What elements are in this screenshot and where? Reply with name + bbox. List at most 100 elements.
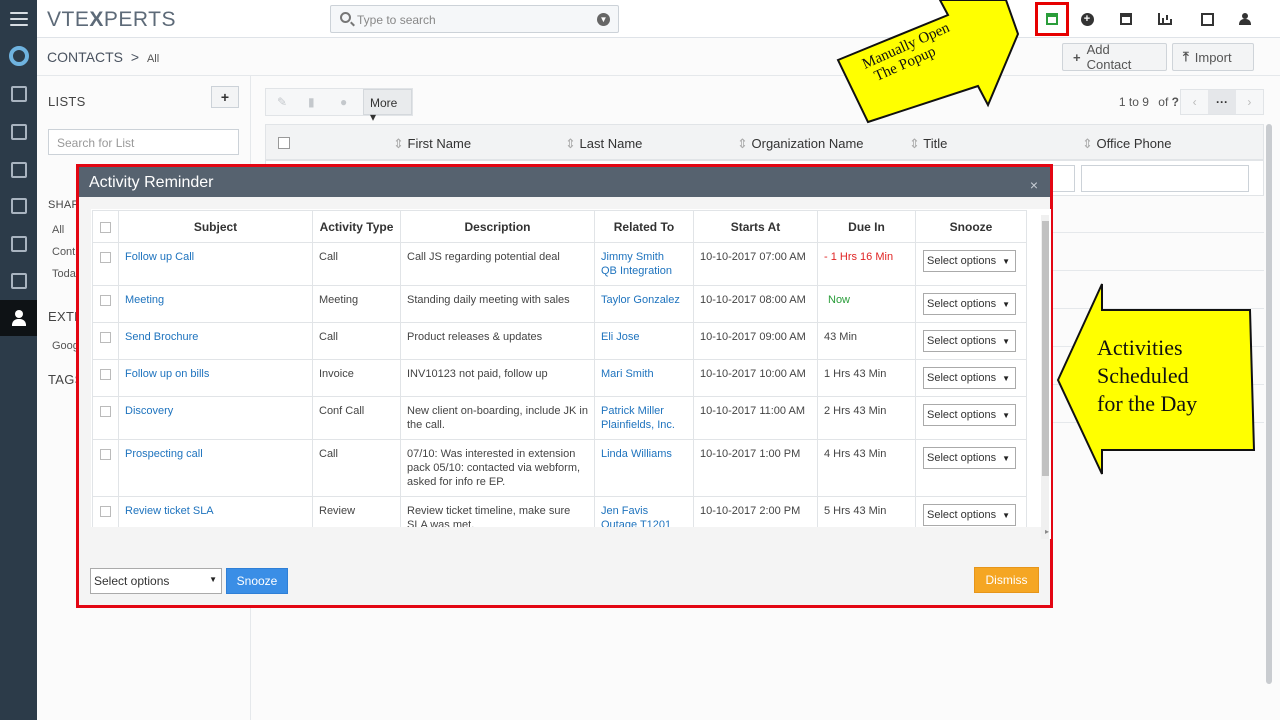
- related-link[interactable]: Eli Jose: [601, 331, 640, 343]
- row-checkbox-cell: [92, 359, 119, 397]
- bulk-snooze-select[interactable]: Select options: [90, 568, 222, 594]
- subject-cell: Meeting: [118, 285, 313, 323]
- modal-horizontal-scrollbar[interactable]: ◂ ▸: [91, 527, 1049, 539]
- column-first-name[interactable]: ⇕ First Name: [393, 136, 471, 152]
- due-in-cell: 43 Min: [817, 322, 916, 360]
- subject-link[interactable]: Meeting: [125, 294, 164, 306]
- global-search[interactable]: Type to search ▼: [330, 5, 619, 33]
- select-all-activities-checkbox[interactable]: [100, 222, 111, 233]
- edit-icon[interactable]: ✎: [277, 95, 287, 109]
- subject-cell: Follow up Call: [118, 242, 313, 286]
- calendar-button[interactable]: [1107, 0, 1145, 38]
- snooze-select[interactable]: Select options: [923, 330, 1016, 352]
- subject-link[interactable]: Follow up Call: [125, 251, 194, 263]
- column-organization[interactable]: ⇕ Organization Name: [737, 136, 864, 152]
- due-in-cell: Now: [817, 285, 916, 323]
- activity-reminder-button[interactable]: [1033, 0, 1071, 38]
- activity-row: Discovery Conf Call New client on-boarding…: [92, 396, 1027, 440]
- close-icon[interactable]: ×: [1030, 177, 1038, 193]
- rail-support[interactable]: [0, 38, 37, 74]
- rail-marketing[interactable]: [0, 76, 37, 112]
- starts-at-cell: 10-10-2017 08:00 AM: [693, 285, 818, 323]
- snooze-cell: Select options: [915, 396, 1027, 440]
- related-link[interactable]: Jimmy Smith: [601, 251, 664, 263]
- row-checkbox[interactable]: [100, 252, 111, 263]
- related-link[interactable]: Taylor Gonzalez: [601, 294, 680, 306]
- add-list-button[interactable]: +: [211, 86, 239, 108]
- search-input[interactable]: Type to search: [357, 13, 436, 27]
- rail-documents[interactable]: [0, 152, 37, 188]
- select-all-checkbox[interactable]: [278, 137, 290, 149]
- related-link[interactable]: Linda Williams: [601, 448, 672, 460]
- rail-help[interactable]: [0, 114, 37, 150]
- page-scrollbar[interactable]: [1266, 124, 1272, 684]
- subject-link[interactable]: Review ticket SLA: [125, 505, 214, 517]
- subject-link[interactable]: Prospecting call: [125, 448, 203, 460]
- snooze-select[interactable]: Select options: [923, 250, 1016, 272]
- reports-button[interactable]: [1146, 0, 1184, 38]
- related-link[interactable]: Plainfields, Inc.: [601, 419, 675, 431]
- related-link[interactable]: Patrick Miller: [601, 405, 664, 417]
- header-subject: Subject: [118, 210, 313, 243]
- rail-contacts[interactable]: [0, 300, 37, 336]
- column-title[interactable]: ⇕ Title: [909, 136, 947, 152]
- menu-button[interactable]: [0, 0, 37, 38]
- due-in-value: 5 Hrs 43 Min: [824, 505, 887, 517]
- related-link[interactable]: Mari Smith: [601, 368, 654, 380]
- tasks-button[interactable]: [1188, 0, 1226, 38]
- row-checkbox[interactable]: [100, 506, 111, 517]
- list-search-input[interactable]: Search for List: [48, 129, 239, 155]
- page-jump-button[interactable]: ···: [1208, 90, 1236, 114]
- row-checkbox[interactable]: [100, 332, 111, 343]
- activity-row: Send Brochure Call Product releases & upda…: [92, 322, 1027, 360]
- snooze-select[interactable]: Select options: [923, 404, 1016, 426]
- related-cell: Jimmy Smith QB Integration: [594, 242, 694, 286]
- subject-link[interactable]: Follow up on bills: [125, 368, 209, 380]
- rail-tools[interactable]: [0, 263, 37, 299]
- subject-link[interactable]: Discovery: [125, 405, 173, 417]
- due-in-value: - 1 Hrs 16 Min: [824, 251, 894, 263]
- dismiss-button[interactable]: Dismiss: [974, 567, 1039, 593]
- comment-icon[interactable]: ●: [340, 95, 347, 109]
- row-checkbox[interactable]: [100, 369, 111, 380]
- rail-inventory[interactable]: [0, 188, 37, 224]
- search-options-icon[interactable]: ▼: [597, 13, 610, 26]
- header-related-to: Related To: [594, 210, 694, 243]
- type-cell: Conf Call: [312, 396, 401, 440]
- row-checkbox[interactable]: [100, 406, 111, 417]
- snooze-select[interactable]: Select options: [923, 447, 1016, 469]
- subject-link[interactable]: Send Brochure: [125, 331, 198, 343]
- list-item[interactable]: Cont: [52, 246, 75, 258]
- user-menu-button[interactable]: [1226, 0, 1264, 38]
- list-item[interactable]: All: [52, 224, 64, 236]
- list-item[interactable]: Toda: [52, 268, 76, 280]
- next-page-button[interactable]: ›: [1236, 90, 1263, 114]
- row-checkbox[interactable]: [100, 449, 111, 460]
- quick-create-button[interactable]: +: [1068, 0, 1106, 38]
- column-office-phone[interactable]: ⇕ Office Phone: [1082, 136, 1171, 152]
- previous-page-button[interactable]: ‹: [1181, 90, 1208, 114]
- row-checkbox[interactable]: [100, 295, 111, 306]
- row-checkbox-cell: [92, 439, 119, 497]
- modal-vertical-scrollbar[interactable]: [1041, 215, 1049, 539]
- search-icon: [340, 12, 351, 23]
- extension-item[interactable]: Goog: [52, 340, 79, 352]
- snooze-select[interactable]: Select options: [923, 293, 1016, 315]
- building-icon: [10, 236, 27, 252]
- subject-cell: Discovery: [118, 396, 313, 440]
- snooze-select[interactable]: Select options: [923, 504, 1016, 526]
- app-logo[interactable]: VTEXPERTS: [47, 8, 176, 32]
- related-link[interactable]: QB Integration: [601, 265, 672, 277]
- more-actions-button[interactable]: More ▾: [363, 89, 412, 124]
- add-contact-button[interactable]: + Add Contact: [1062, 42, 1167, 72]
- rail-projects[interactable]: [0, 226, 37, 262]
- column-last-name[interactable]: ⇕ Last Name: [565, 136, 642, 152]
- delete-icon[interactable]: ▮: [308, 95, 315, 109]
- import-button[interactable]: ⤒ Import: [1172, 43, 1254, 71]
- module-title[interactable]: CONTACTS: [47, 49, 123, 65]
- snooze-button[interactable]: Snooze: [226, 568, 288, 594]
- snooze-select[interactable]: Select options: [923, 367, 1016, 389]
- pagination-controls: ‹ ··· ›: [1180, 89, 1264, 115]
- related-link[interactable]: Jen Favis: [601, 505, 648, 517]
- phone-filter-input[interactable]: [1081, 165, 1249, 192]
